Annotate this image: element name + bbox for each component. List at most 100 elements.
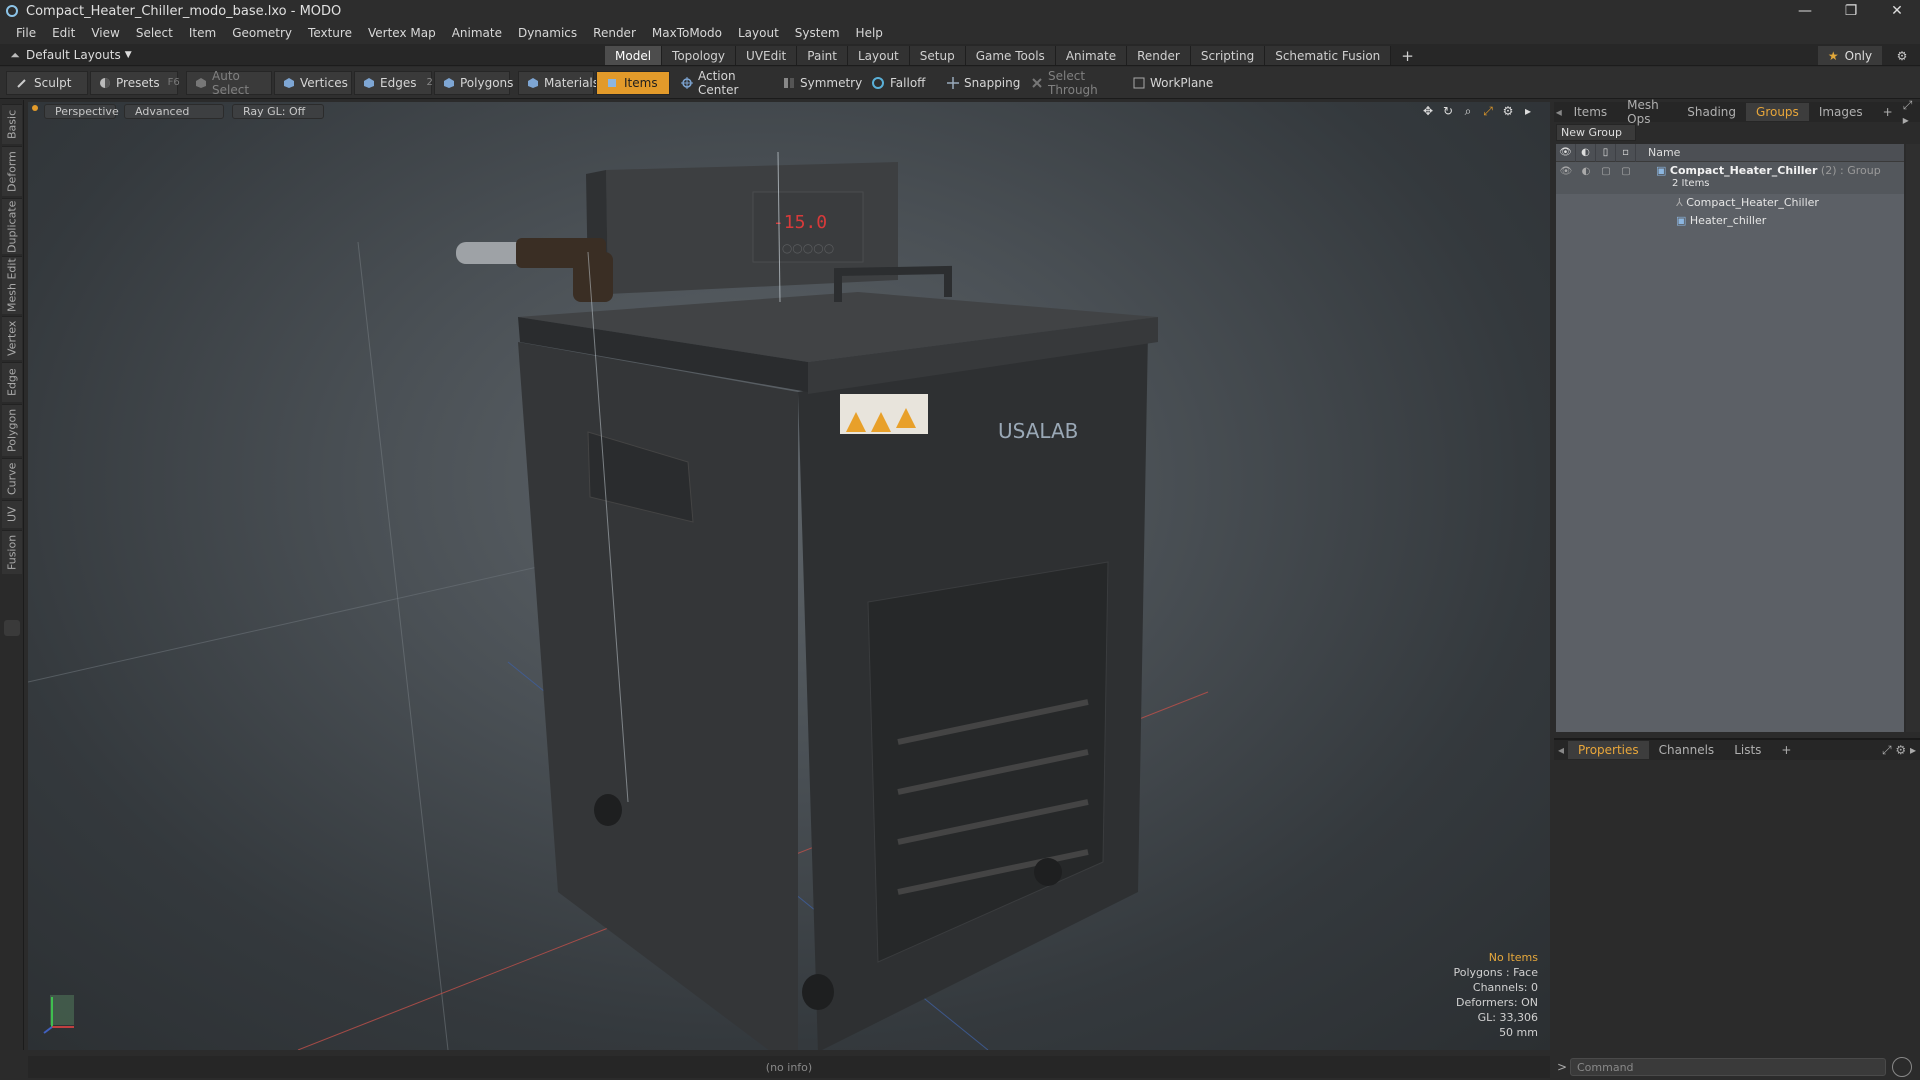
tab-channels[interactable]: Channels [1649, 741, 1725, 759]
menu-file[interactable]: File [8, 26, 44, 40]
tab-basic[interactable]: Basic [2, 104, 22, 144]
tab-render[interactable]: Render [1127, 46, 1191, 65]
command-input[interactable]: Command [1570, 1058, 1886, 1076]
vertices-button[interactable]: Vertices 1 [274, 70, 364, 95]
snapping-button[interactable]: Snapping [938, 71, 1020, 95]
tab-uv[interactable]: UV [2, 500, 22, 528]
collapse-icon[interactable]: ⏶ [4, 48, 26, 63]
properties-menu-icon[interactable]: ◂ [1554, 743, 1568, 757]
panel-expand-icon[interactable]: ⤢ ▸ [1903, 98, 1916, 127]
tab-deform[interactable]: Deform [2, 146, 22, 196]
action-center-button[interactable]: Action Center [672, 69, 772, 97]
restore-icon[interactable]: ❐ [1828, 0, 1874, 22]
tab-items[interactable]: Items [1564, 103, 1618, 121]
groups-scrollbar[interactable] [1906, 144, 1920, 732]
items-button[interactable]: Items [596, 70, 670, 95]
tab-mesh-ops[interactable]: Mesh Ops [1617, 98, 1677, 126]
raygl-button[interactable]: Ray GL: Off [232, 103, 324, 119]
tab-model[interactable]: Model [605, 46, 663, 65]
fit-icon[interactable]: ⤢ [1478, 103, 1498, 119]
menu-animate[interactable]: Animate [444, 26, 510, 40]
lock-toggle-icon[interactable]: ▢ [1596, 162, 1616, 177]
close-icon[interactable]: ✕ [1874, 0, 1920, 22]
tab-images[interactable]: Images [1809, 103, 1873, 121]
tab-topology[interactable]: Topology [662, 46, 737, 65]
materials-button[interactable]: Materials [518, 70, 599, 95]
menu-vertex-map[interactable]: Vertex Map [360, 26, 444, 40]
menu-item[interactable]: Item [181, 26, 224, 40]
tab-game-tools[interactable]: Game Tools [965, 46, 1056, 65]
only-button[interactable]: ★ Only [1818, 46, 1882, 65]
new-group-button[interactable]: New Group [1556, 124, 1636, 141]
command-history-icon[interactable] [1892, 1057, 1912, 1077]
list-item[interactable]: ▣ Heater_chiller [1556, 212, 1904, 230]
menu-dynamics[interactable]: Dynamics [510, 26, 585, 40]
eye-icon[interactable]: 👁 [1556, 162, 1576, 177]
polygons-button[interactable]: Polygons [434, 70, 513, 95]
tab-schematic-fusion[interactable]: Schematic Fusion [1265, 46, 1392, 65]
tab-paint[interactable]: Paint [797, 46, 848, 65]
lock-column-icon[interactable]: ▯ [1596, 143, 1616, 162]
select-column-icon[interactable]: ▫ [1616, 143, 1636, 162]
layout-selector[interactable]: ⏶ Default Layouts ▼ [4, 46, 131, 64]
minimize-icon[interactable]: — [1782, 0, 1828, 22]
falloff-button[interactable]: Falloff [862, 71, 936, 95]
tab-mesh-edit[interactable]: Mesh Edit [2, 256, 22, 314]
list-item[interactable]: ⅄ Compact_Heater_Chiller [1556, 194, 1904, 212]
pan-icon[interactable]: ✥ [1418, 103, 1438, 119]
panel-menu-icon[interactable]: ◂ [1554, 105, 1564, 119]
shading-mode-button[interactable]: Advanced [124, 103, 224, 119]
add-tab-icon[interactable]: + [1391, 46, 1424, 65]
viewport-settings-icon[interactable]: ⚙ [1498, 103, 1518, 119]
tab-layout[interactable]: Layout [847, 46, 910, 65]
tab-lists[interactable]: Lists [1724, 741, 1771, 759]
gear-icon[interactable]: ⚙ [1892, 46, 1912, 65]
viewport-menu-icon[interactable] [32, 105, 38, 111]
tab-duplicate[interactable]: Duplicate [2, 198, 22, 254]
menu-render[interactable]: Render [585, 26, 644, 40]
workplane-button[interactable]: WorkPlane [1124, 71, 1213, 95]
menu-edit[interactable]: Edit [44, 26, 83, 40]
render-toggle-icon[interactable]: ◐ [1576, 162, 1596, 177]
edges-button[interactable]: Edges 2 [354, 70, 433, 95]
menu-view[interactable]: View [83, 26, 127, 40]
rotate-icon[interactable]: ↻ [1438, 103, 1458, 119]
tab-curve[interactable]: Curve [2, 458, 22, 498]
properties-expand-icon[interactable]: ⤢ ⚙ ▸ [1882, 743, 1916, 758]
tab-scripting[interactable]: Scripting [1190, 46, 1266, 65]
info-deformers: Deformers: ON [1456, 996, 1538, 1009]
auto-select-button[interactable]: Auto Select [186, 69, 272, 97]
sculpt-button[interactable]: Sculpt [6, 70, 88, 95]
menu-texture[interactable]: Texture [300, 26, 360, 40]
symmetry-button[interactable]: Symmetry [774, 71, 862, 95]
tab-fusion[interactable]: Fusion [2, 530, 22, 574]
expand-arrow-icon[interactable]: ▸ [1518, 103, 1538, 119]
menu-layout[interactable]: Layout [730, 26, 787, 40]
palette-toggle-icon[interactable] [4, 620, 20, 636]
menu-system[interactable]: System [787, 26, 848, 40]
view-mode-button[interactable]: Perspective [44, 103, 119, 119]
select-through-button[interactable]: Select Through [1022, 69, 1122, 97]
3d-viewport[interactable]: -15.0 ○○○○○ USALAB Perspective Advanced … [28, 102, 1550, 1050]
menu-maxtomodo[interactable]: MaxToModo [644, 26, 730, 40]
menu-help[interactable]: Help [848, 26, 891, 40]
zoom-icon[interactable]: ⌕ [1458, 103, 1478, 119]
select-toggle-icon[interactable]: ▢ [1616, 162, 1636, 177]
group-row[interactable]: 👁 ◐ ▢ ▢ ▣ Compact_Heater_Chiller (2) : G… [1556, 162, 1904, 194]
tab-groups[interactable]: Groups [1746, 103, 1809, 121]
render-column-icon[interactable]: ◐ [1576, 143, 1596, 162]
tab-animate[interactable]: Animate [1055, 46, 1128, 65]
menu-select[interactable]: Select [128, 26, 181, 40]
tab-setup[interactable]: Setup [909, 46, 966, 65]
menu-geometry[interactable]: Geometry [224, 26, 300, 40]
tab-shading[interactable]: Shading [1677, 103, 1746, 121]
add-panel-tab-icon[interactable]: + [1873, 103, 1903, 121]
tab-vertex[interactable]: Vertex [2, 316, 22, 360]
presets-button[interactable]: Presets F6 [90, 70, 180, 95]
tab-polygon[interactable]: Polygon [2, 404, 22, 456]
add-properties-tab-icon[interactable]: + [1771, 741, 1801, 759]
tab-edge[interactable]: Edge [2, 362, 22, 402]
tab-uvedit[interactable]: UVEdit [736, 46, 798, 65]
tab-properties[interactable]: Properties [1568, 741, 1649, 759]
visibility-column-icon[interactable]: 👁 [1556, 143, 1576, 162]
